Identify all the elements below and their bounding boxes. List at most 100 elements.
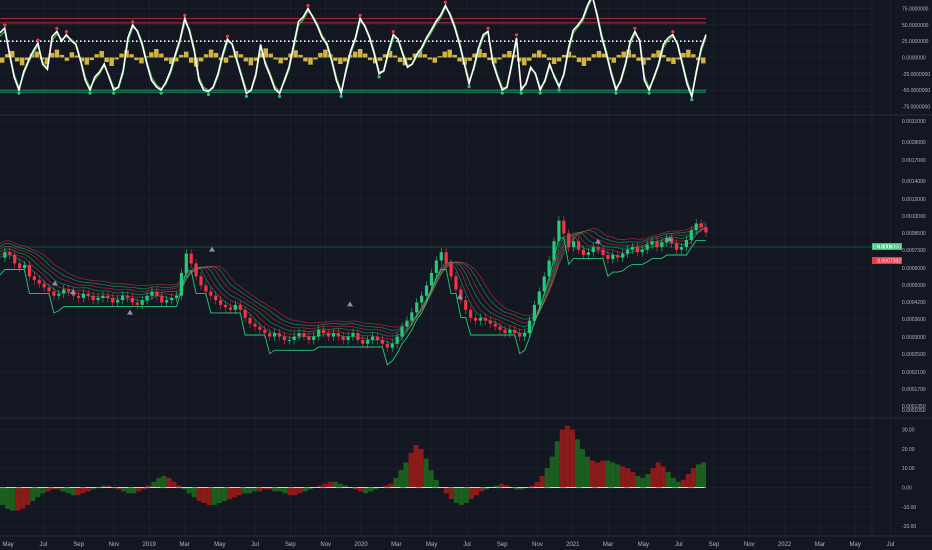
- oscillator-histogram-bar: [149, 52, 154, 58]
- momentum-bar: [0, 487, 6, 505]
- momentum-bar: [398, 470, 404, 488]
- oscillator-histogram-bar: [248, 57, 254, 66]
- candle-body: [268, 333, 272, 337]
- candle-body: [277, 333, 282, 337]
- x-tick-label: May: [214, 542, 225, 548]
- candle-body: [18, 263, 22, 269]
- momentum-bar: [85, 487, 91, 492]
- oscillator-high-marker: [55, 26, 59, 30]
- momentum-bar: [458, 487, 464, 505]
- x-tick-label: 2021: [566, 542, 580, 548]
- oscillator-histogram-bar: [457, 57, 462, 62]
- momentum-bar: [408, 452, 414, 488]
- candle-body: [640, 249, 644, 253]
- oscillator-histogram-bar: [591, 54, 597, 58]
- momentum-bar: [40, 487, 46, 494]
- candle-body: [331, 333, 335, 337]
- momentum-bar: [201, 487, 207, 503]
- oscillator-histogram-bar: [273, 57, 278, 60]
- momentum-bar: [660, 466, 666, 488]
- oscillator-histogram-bar: [686, 49, 691, 58]
- candle-body: [601, 249, 605, 255]
- candle-body: [660, 242, 664, 248]
- candle-body: [272, 333, 277, 337]
- oscillator-histogram-bar: [119, 53, 124, 58]
- candle-body: [341, 336, 345, 341]
- candle-body: [204, 285, 208, 292]
- candle-body: [380, 340, 385, 344]
- candle-body: [140, 300, 144, 305]
- momentum-bar: [282, 487, 288, 494]
- candle-body: [52, 291, 56, 296]
- candle-body: [356, 333, 360, 341]
- x-tick-label: Jul: [887, 542, 895, 548]
- candle-body: [635, 247, 639, 253]
- candle-body: [655, 241, 659, 248]
- candle-body: [616, 254, 620, 258]
- oscillator-high-marker: [183, 13, 187, 17]
- momentum-bar: [569, 429, 575, 488]
- oscillator-histogram-bar: [701, 57, 706, 64]
- oscillator-histogram-bar: [522, 57, 527, 66]
- oscillator-histogram-bar: [447, 49, 452, 58]
- y-tick-label: 0.0001700: [902, 387, 926, 393]
- candle-body: [174, 295, 179, 298]
- candle-body: [518, 333, 522, 337]
- x-tick-label: May: [2, 542, 13, 548]
- momentum-bar: [5, 487, 11, 509]
- candle-body: [219, 300, 223, 305]
- oscillator-histogram-bar: [353, 51, 358, 58]
- oscillator-histogram-bar: [357, 49, 363, 58]
- candle-body: [116, 300, 120, 303]
- oscillator-histogram-bar: [64, 57, 70, 61]
- y-tick-label: 0.0004200: [902, 300, 926, 306]
- candle-body: [130, 297, 134, 303]
- y-tick-label: 0.0001050: [902, 408, 926, 414]
- momentum-bar: [605, 460, 611, 488]
- momentum-bar: [65, 487, 71, 494]
- oscillator-high-marker: [486, 26, 490, 30]
- oscillator-high-marker: [358, 13, 362, 17]
- oscillator-histogram-bar: [94, 54, 99, 58]
- candle-body: [606, 254, 610, 260]
- candle-body: [429, 272, 434, 286]
- momentum-bar: [277, 487, 283, 492]
- candle-body: [32, 276, 36, 280]
- momentum-bar: [327, 481, 333, 488]
- candle-body: [513, 329, 517, 334]
- candle-body: [596, 247, 600, 250]
- momentum-bar: [70, 487, 76, 496]
- x-tick-label: 2020: [354, 542, 368, 548]
- x-tick-label: Sep: [709, 542, 720, 548]
- candle-body: [630, 247, 635, 250]
- momentum-bar: [584, 456, 591, 488]
- oscillator-histogram-bar: [527, 57, 532, 61]
- candle-body: [214, 295, 218, 301]
- momentum-bar: [423, 458, 429, 488]
- oscillator-histogram-bar: [99, 50, 104, 58]
- momentum-bar: [595, 462, 601, 488]
- candle-body: [674, 243, 679, 250]
- momentum-bar: [413, 445, 419, 488]
- x-tick-label: Nov: [532, 542, 543, 548]
- oscillator-histogram-bar: [59, 54, 65, 58]
- y-tick-label: -10.00: [902, 505, 916, 511]
- momentum-bar: [206, 487, 212, 505]
- candle-body: [184, 253, 188, 273]
- momentum-bar: [625, 468, 631, 488]
- y-tick-label: 30.00: [902, 428, 915, 434]
- oscillator-histogram-bar: [203, 54, 209, 58]
- candle-body: [317, 329, 321, 337]
- y-tick-label: 0.0028000: [902, 140, 926, 146]
- oscillator-histogram-bar: [338, 57, 343, 65]
- candle-body: [199, 276, 203, 286]
- oscillator-histogram-bar: [129, 54, 134, 58]
- oscillator-histogram-bar: [611, 57, 617, 63]
- candle-body: [576, 241, 581, 250]
- oscillator-histogram-bar: [188, 57, 194, 63]
- y-tick-label: -25.0000000: [902, 72, 930, 78]
- candle-body: [415, 302, 419, 313]
- oscillator-histogram-bar: [541, 54, 547, 58]
- oscillator-histogram-bar: [134, 57, 139, 61]
- momentum-bar: [463, 487, 469, 503]
